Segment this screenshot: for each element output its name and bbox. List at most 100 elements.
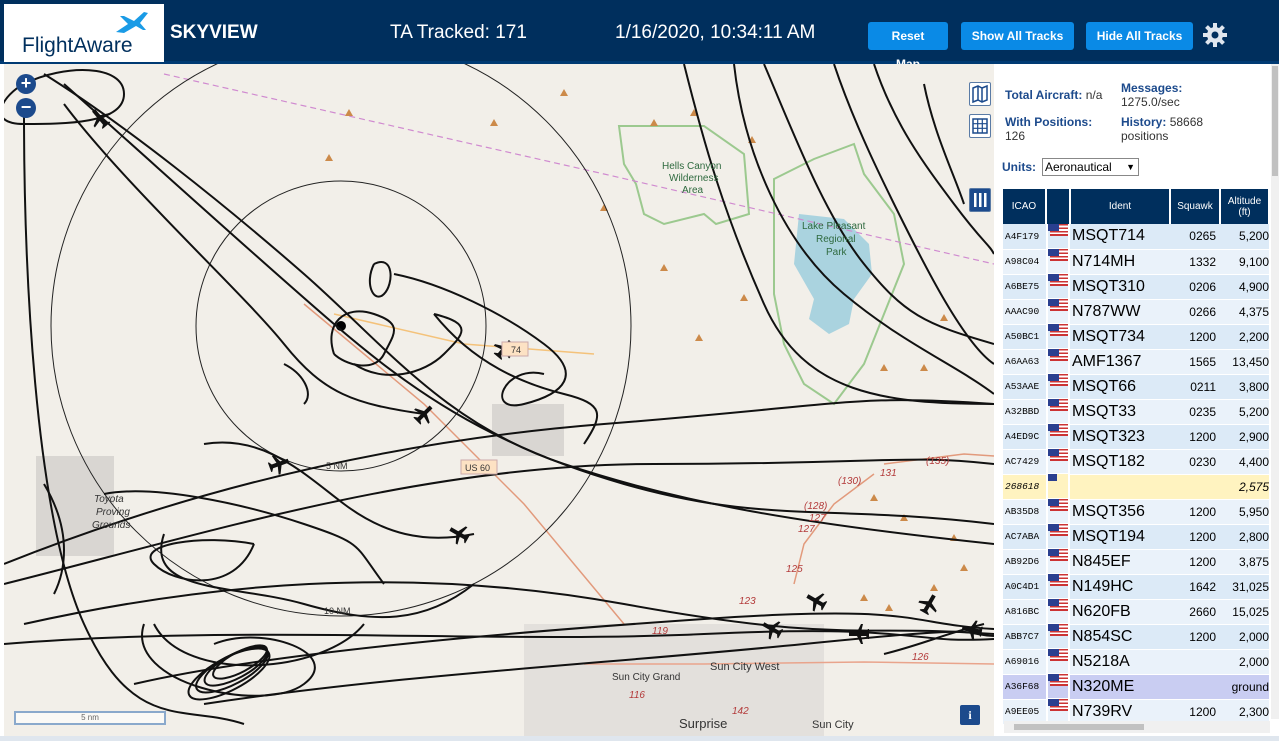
cell-ident: N845EF [1070,549,1170,575]
cell-icao: A98C04 [1003,249,1046,275]
cell-squawk: 1200 [1170,499,1220,525]
label-regional: Regional [816,234,855,245]
cell-ident: MSQT66 [1070,374,1170,400]
table-row[interactable]: A32BBD MSQT33 0235 5,200 [1003,399,1269,425]
altitude-unit-label: (ft) [1238,206,1251,218]
units-selected-value: Aeronautical [1045,160,1112,174]
table-row[interactable]: AC7429 MSQT182 0230 4,400 [1003,449,1269,475]
cell-altitude: 4,400 [1220,449,1269,475]
road-number: 119 [652,626,668,637]
label-sun-city: Sun City [812,719,854,731]
cell-ident: N854SC [1070,624,1170,650]
column-ident[interactable]: Ident [1070,189,1171,224]
map-layers-icon[interactable] [969,82,991,106]
table-row[interactable]: A98C04 N714MH 1332 9,100 [1003,249,1269,275]
table-row[interactable]: A6BE75 MSQT310 0206 4,900 [1003,274,1269,300]
column-flag[interactable] [1046,189,1071,224]
vertical-scrollbar[interactable] [1271,64,1279,719]
table-row[interactable]: AB35D8 MSQT356 1200 5,950 [1003,499,1269,525]
flightaware-logo[interactable]: FlightAware [4,4,164,62]
table-row[interactable]: 268618 2,575 [1003,474,1269,500]
us-flag-icon [1050,624,1068,636]
label-sun-city-grand: Sun City Grand [612,672,680,683]
table-row[interactable]: A0C4D1 N149HC 1642 31,025 [1003,574,1269,600]
aircraft-rows: A4F179 MSQT714 0265 5,200 A98C04 N714MH 1332 9,… [1003,224,1269,725]
cell-icao: A6BE75 [1003,274,1046,300]
column-altitude[interactable]: Altitude (ft) [1220,189,1270,224]
us-flag-icon [1050,599,1068,611]
cell-flag [1048,674,1068,699]
table-header-row: ICAO Ident Squawk Altitude (ft) [1003,189,1270,224]
info-button[interactable]: i [960,705,980,725]
cell-altitude: 3,875 [1220,549,1269,575]
table-row[interactable]: A816BC N620FB 2660 15,025 [1003,599,1269,625]
table-row[interactable]: ABB7C7 N854SC 1200 2,000 [1003,624,1269,650]
table-row[interactable]: A4ED9C MSQT323 1200 2,900 [1003,424,1269,450]
road [333,313,595,355]
zoom-out-button[interactable]: − [16,98,36,118]
cell-squawk: 0230 [1170,449,1220,475]
cell-flag [1048,274,1068,299]
table-row[interactable]: A69016 N5218A 2,000 [1003,649,1269,675]
label-park: Park [826,247,848,258]
label-5nm: 5 NM [326,461,348,471]
road-number: 131 [880,468,897,479]
aircraft-sidebar: Total Aircraft: n/a Messages: 1275.0/sec… [994,64,1279,741]
flight-tracks [4,64,994,725]
messages-value: 1275.0/sec [1121,95,1180,109]
road-number: 116 [629,690,645,701]
cell-flag [1048,449,1068,474]
show-all-tracks-button[interactable]: Show All Tracks [961,22,1074,50]
hide-all-tracks-button[interactable]: Hide All Tracks [1086,22,1193,50]
units-select[interactable]: Aeronautical ▼ [1042,158,1139,176]
road-number: 127 [798,524,815,535]
table-row[interactable]: A50BC1 MSQT734 1200 2,200 [1003,324,1269,350]
reset-map-button[interactable]: Reset Map [868,22,948,71]
us-flag-icon [1050,274,1068,286]
label-route-74: 74 [511,345,521,355]
urban-area [36,456,114,556]
us-flag-icon [1050,299,1068,311]
cell-squawk: 1642 [1170,574,1220,600]
table-row[interactable]: A4F179 MSQT714 0265 5,200 [1003,224,1269,250]
gear-icon[interactable] [1202,22,1228,48]
column-icao[interactable]: ICAO [1003,189,1047,224]
cell-squawk [1170,474,1220,500]
cell-icao: A50BC1 [1003,324,1046,350]
table-row[interactable]: A36F68 N320ME ground [1003,674,1269,700]
us-flag-icon [1050,224,1068,236]
cell-ident: AMF1367 [1070,349,1170,375]
map-view[interactable]: Hells Canyon Wilderness Area Lake Pleasa… [4,64,994,736]
zoom-in-button[interactable]: + [16,74,36,94]
cell-icao: A816BC [1003,599,1046,625]
cell-flag [1048,424,1068,449]
cell-flag [1048,524,1068,549]
horizontal-scrollbar[interactable] [1004,721,1270,733]
cell-icao: ABB7C7 [1003,624,1046,650]
cell-altitude: 2,000 [1220,624,1269,650]
tracked-count: TA Tracked: 171 [390,22,527,43]
cell-ident: MSQT310 [1070,274,1170,300]
table-row[interactable]: AAAC90 N787WW 0266 4,375 [1003,299,1269,325]
cell-icao: AC7ABA [1003,524,1046,550]
cell-ident: N149HC [1070,574,1170,600]
scroll-thumb[interactable] [1014,724,1144,730]
columns-icon[interactable] [969,188,991,212]
map-canvas[interactable]: Hells Canyon Wilderness Area Lake Pleasa… [4,64,994,736]
with-positions-label: With Positions: [1005,115,1093,129]
column-squawk[interactable]: Squawk [1170,189,1221,224]
cell-squawk: 1200 [1170,324,1220,350]
cell-flag [1048,374,1068,399]
grid-icon[interactable] [969,114,991,138]
table-row[interactable]: AC7ABA MSQT194 1200 2,800 [1003,524,1269,550]
label-hells-canyon: Hells Canyon [662,161,721,172]
app-header: FlightAware SKYVIEW TA Tracked: 171 1/16… [0,0,1279,71]
scroll-thumb[interactable] [1272,66,1278,176]
table-row[interactable]: AB92D6 N845EF 1200 3,875 [1003,549,1269,575]
cell-altitude: 2,200 [1220,324,1269,350]
us-flag-icon [1050,649,1068,661]
table-row[interactable]: A53AAE MSQT66 0211 3,800 [1003,374,1269,400]
cell-altitude: 31,025 [1220,574,1269,600]
table-row[interactable]: A6AA63 AMF1367 1565 13,450 [1003,349,1269,375]
aircraft-markers[interactable] [86,104,984,644]
